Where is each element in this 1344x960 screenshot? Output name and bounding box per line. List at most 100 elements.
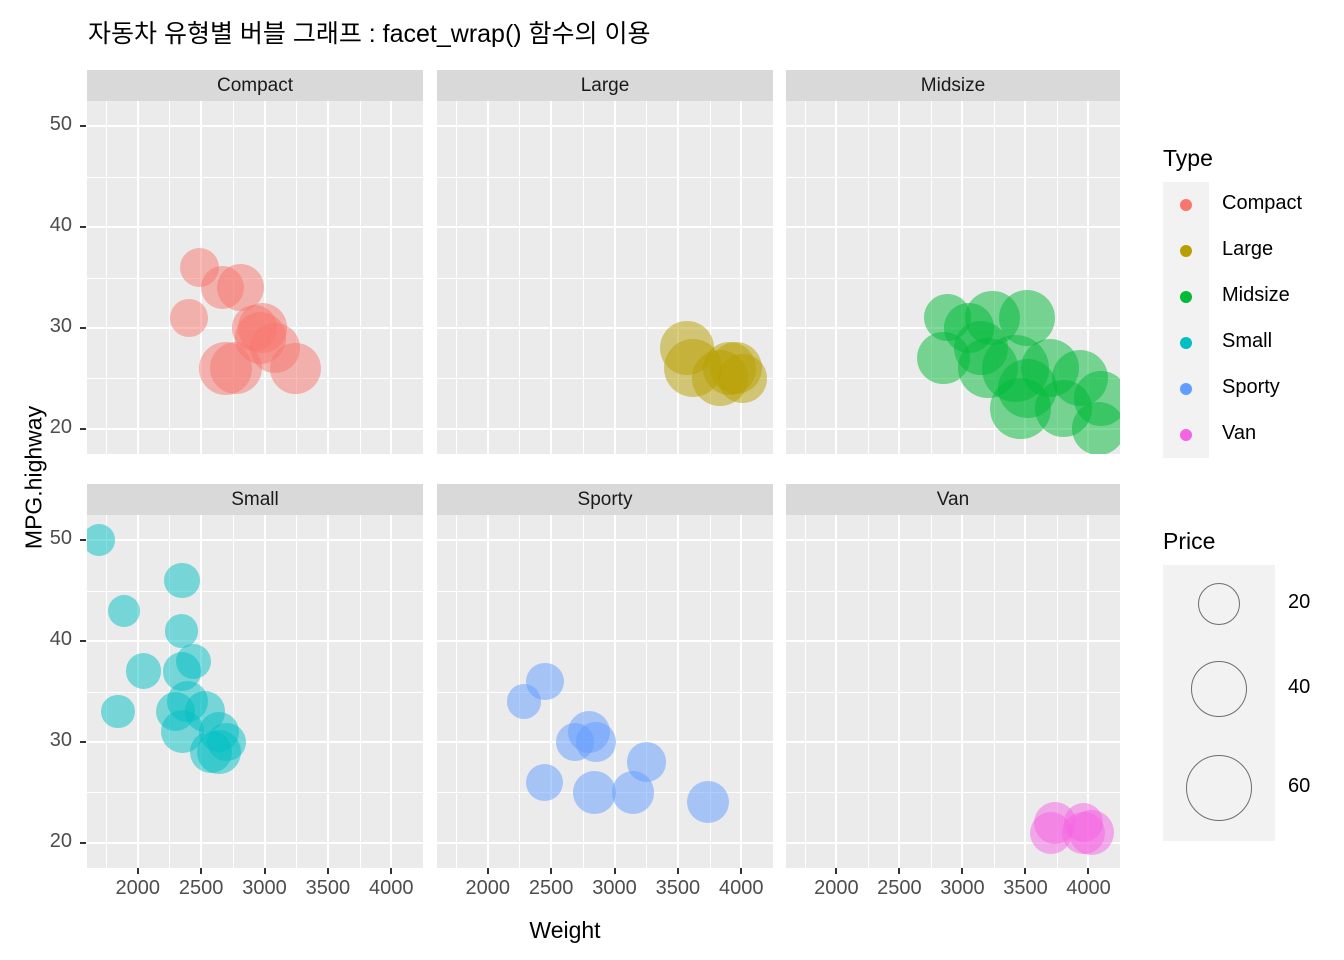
legend-key-sporty[interactable] — [1180, 383, 1192, 395]
gridline-major-vertical — [550, 101, 552, 454]
gridline-major-vertical — [740, 515, 742, 868]
gridline-major-vertical — [327, 101, 329, 454]
bubble-point — [101, 694, 135, 729]
x-axis-tick-mark — [136, 868, 139, 874]
x-axis-tick-label: 2500 — [178, 877, 224, 899]
bubble-point — [611, 771, 655, 814]
x-axis-tick-label: 3000 — [592, 877, 637, 899]
legend-label-small[interactable]: Small — [1222, 330, 1272, 353]
bubble-point — [990, 378, 1051, 439]
gridline-major-vertical — [327, 515, 329, 868]
x-axis-tick-mark — [898, 868, 901, 874]
legend-label-van[interactable]: Van — [1222, 422, 1256, 445]
facet-strip-label: Large — [580, 74, 630, 96]
gridline-major-vertical — [264, 515, 266, 868]
y-axis-tick-mark — [80, 125, 86, 128]
gridline-major-horizontal — [786, 741, 1120, 743]
x-axis-tick-label: 3000 — [940, 877, 985, 899]
bubble-point — [125, 653, 162, 690]
bubble-point — [87, 524, 115, 556]
legend-key-large[interactable] — [1180, 245, 1192, 257]
x-axis-title: Weight — [529, 917, 601, 943]
bubble-point — [164, 614, 199, 648]
facet-strip-small: Small — [87, 484, 423, 515]
legend-key-small[interactable] — [1180, 337, 1192, 349]
legend-label-sporty[interactable]: Sporty — [1222, 376, 1280, 399]
gridline-major-horizontal — [87, 226, 423, 228]
gridline-major-vertical — [390, 515, 392, 868]
bubble-point — [231, 305, 278, 351]
x-axis-tick-label: 2500 — [528, 877, 574, 899]
y-axis-tick-label: 30 — [49, 314, 72, 337]
x-axis-tick-label: 4000 — [1066, 877, 1111, 899]
x-axis-tick-label: 3500 — [1003, 877, 1048, 899]
y-axis-tick-label: 30 — [49, 728, 72, 751]
legend-size-label-60[interactable]: 60 — [1288, 775, 1310, 798]
gridline-major-horizontal — [437, 428, 773, 430]
gridline-major-vertical — [614, 515, 616, 868]
facet-panel-compact — [87, 101, 423, 454]
gridline-major-horizontal — [786, 640, 1120, 642]
facet-strip-compact: Compact — [87, 70, 423, 101]
gridline-major-vertical — [137, 515, 139, 868]
y-axis-tick-label: 50 — [49, 527, 72, 550]
page-title: 자동차 유형별 버블 그래프 : facet_wrap() 함수의 이용 — [88, 20, 651, 48]
gridline-major-horizontal — [87, 125, 423, 127]
x-axis-tick-label: 2000 — [814, 877, 859, 899]
legend-label-large[interactable]: Large — [1222, 238, 1273, 261]
legend-size-label-40[interactable]: 40 — [1288, 676, 1310, 699]
gridline-major-horizontal — [87, 741, 423, 743]
x-axis-tick-label: 3500 — [305, 877, 351, 899]
gridline-major-vertical — [487, 515, 489, 868]
facet-strip-midsize: Midsize — [786, 70, 1120, 101]
gridline-major-horizontal — [87, 428, 423, 430]
gridline-major-vertical — [835, 515, 837, 868]
x-axis-tick-mark — [740, 868, 743, 874]
x-axis-tick-mark — [613, 868, 616, 874]
facet-strip-van: Van — [786, 484, 1120, 515]
legend-size-circle-40[interactable] — [1191, 661, 1247, 717]
facet-strip-label: Midsize — [920, 74, 986, 96]
y-axis-tick-mark — [80, 427, 86, 430]
gridline-major-vertical — [961, 515, 963, 868]
x-axis-tick-label: 2000 — [465, 877, 510, 899]
x-axis-tick-label: 4000 — [369, 877, 414, 899]
gridline-major-vertical — [487, 101, 489, 454]
bubble-point — [686, 781, 729, 824]
legend-key-midsize[interactable] — [1180, 291, 1192, 303]
gridline-major-horizontal — [437, 226, 773, 228]
gridline-major-horizontal — [786, 539, 1120, 541]
y-axis-tick-label: 40 — [49, 628, 72, 651]
bubble-point — [1072, 402, 1120, 454]
y-axis-tick-mark — [80, 841, 86, 844]
x-axis-tick-mark — [326, 868, 329, 874]
legend-key-van[interactable] — [1180, 429, 1192, 441]
facet-strip-label: Compact — [216, 74, 294, 96]
gridline-major-horizontal — [786, 125, 1120, 127]
y-axis-tick-mark — [80, 640, 86, 643]
x-axis-tick-mark — [1024, 868, 1027, 874]
legend-label-midsize[interactable]: Midsize — [1222, 284, 1290, 307]
facet-strip-label: Sporty — [577, 488, 633, 510]
facet-panel-midsize — [786, 101, 1120, 454]
gridline-major-vertical — [614, 101, 616, 454]
gridline-major-horizontal — [437, 640, 773, 642]
legend-size-circle-60[interactable] — [1186, 755, 1252, 821]
x-axis-tick-mark — [550, 868, 553, 874]
x-axis-tick-label: 3000 — [242, 877, 287, 899]
facet-strip-label: Small — [231, 488, 279, 510]
y-axis-tick-label: 40 — [49, 214, 72, 237]
x-axis-tick-label: 2000 — [115, 877, 160, 899]
legend-title-type: Type — [1163, 145, 1213, 171]
gridline-major-horizontal — [437, 842, 773, 844]
y-axis-tick-mark — [80, 226, 86, 229]
legend-size-label-20[interactable]: 20 — [1288, 591, 1310, 614]
legend-label-compact[interactable]: Compact — [1222, 192, 1302, 215]
x-axis-tick-label: 4000 — [719, 877, 764, 899]
legend-key-compact[interactable] — [1180, 199, 1192, 211]
gridline-major-horizontal — [437, 539, 773, 541]
gridline-major-vertical — [835, 101, 837, 454]
bubble-point — [1069, 810, 1115, 856]
y-axis-title: MPG.highway — [20, 405, 47, 550]
bubble-point — [197, 730, 241, 774]
